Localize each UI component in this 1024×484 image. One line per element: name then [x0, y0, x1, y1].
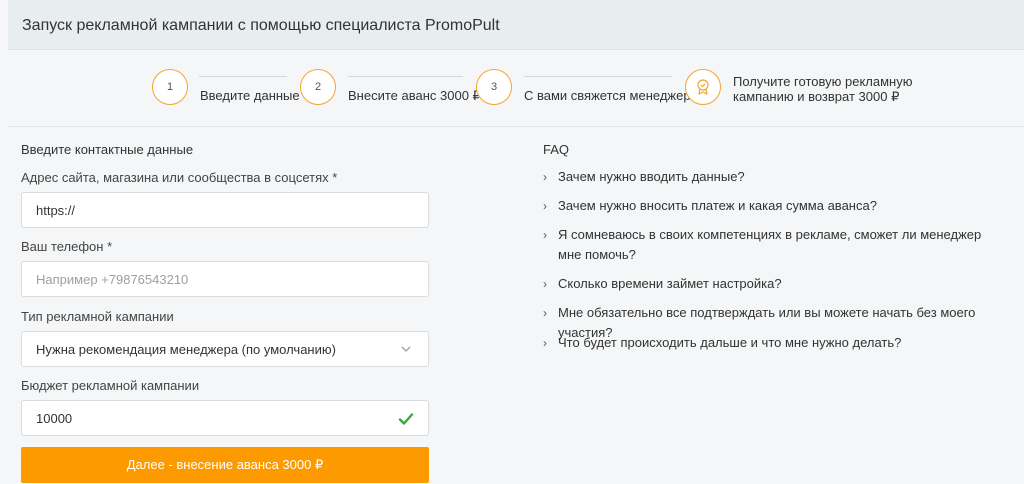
faq-item[interactable]: › Я сомневаюсь в своих компетенциях в ре… [543, 225, 983, 265]
step-connector [199, 76, 287, 77]
chevron-down-icon [401, 346, 411, 352]
budget-field[interactable] [21, 400, 429, 436]
phone-field[interactable] [21, 261, 429, 297]
site-field[interactable] [21, 192, 429, 228]
form-title: Введите контактные данные [21, 142, 194, 157]
submit-button[interactable]: Далее - внесение аванса 3000 ₽ [21, 447, 429, 483]
faq-item[interactable]: › Сколько времени займет настройка? [543, 274, 1018, 294]
faq-item-text[interactable]: Я сомневаюсь в своих компетенциях в рекл… [543, 225, 983, 265]
step-1-label: Введите данные [200, 88, 300, 103]
faq-title: FAQ [543, 142, 570, 157]
chevron-right-icon: › [543, 306, 547, 320]
campaign-type-select[interactable]: Нужна рекомендация менеджера (по умолчан… [21, 331, 429, 367]
check-icon [398, 413, 414, 425]
faq-item[interactable]: › Что будет происходить дальше и что мне… [543, 333, 1018, 353]
step-connector [348, 76, 463, 77]
chevron-right-icon: › [543, 228, 547, 242]
faq-item[interactable]: › Зачем нужно вводить данные? [543, 167, 1018, 187]
step-3-circle: 3 [476, 69, 512, 105]
faq-item-text[interactable]: Зачем нужно вносить платеж и какая сумма… [543, 196, 1018, 216]
chevron-right-icon: › [543, 170, 547, 184]
page-header: Запуск рекламной кампании с помощью спец… [8, 0, 1024, 50]
phone-label: Ваш телефон * [21, 239, 113, 254]
step-2-label: Внесите аванс 3000 ₽ [348, 88, 481, 103]
step-3-label: С вами свяжется менеджер [524, 88, 691, 103]
site-label: Адрес сайта, магазина или сообщества в с… [21, 170, 338, 185]
chevron-right-icon: › [543, 277, 547, 291]
faq-item[interactable]: › Зачем нужно вносить платеж и какая сум… [543, 196, 1018, 216]
budget-input[interactable] [36, 410, 414, 426]
campaign-type-value: Нужна рекомендация менеджера (по умолчан… [36, 341, 336, 357]
steps-progress: 1 Введите данные 2 Внесите аванс 3000 ₽ … [0, 62, 1024, 112]
chevron-right-icon: › [543, 336, 547, 350]
faq-item-text[interactable]: Зачем нужно вводить данные? [543, 167, 1018, 187]
step-connector [524, 76, 672, 77]
page-title: Запуск рекламной кампании с помощью спец… [22, 17, 500, 34]
site-input[interactable] [36, 202, 414, 218]
chevron-right-icon: › [543, 199, 547, 213]
step-2-circle: 2 [300, 69, 336, 105]
phone-input[interactable] [36, 271, 414, 287]
faq-item-text[interactable]: Что будет происходить дальше и что мне н… [543, 333, 1018, 353]
budget-label: Бюджет рекламной кампании [21, 378, 200, 393]
campaign-type-label: Тип рекламной кампании [21, 309, 174, 324]
step-1-circle: 1 [152, 69, 188, 105]
section-divider [8, 126, 1024, 127]
faq-item-text[interactable]: Сколько времени займет настройка? [543, 274, 1018, 294]
step-4-label: Получите готовую рекламную кампанию и во… [733, 74, 913, 104]
award-badge-icon [685, 69, 721, 105]
